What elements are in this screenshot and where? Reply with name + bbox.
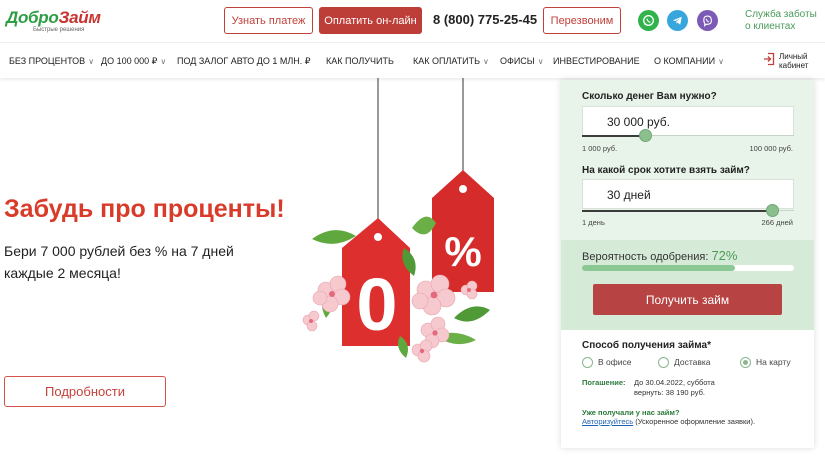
amount-slider-remainder: [645, 135, 794, 136]
logo-tagline: Быстрые решения: [33, 27, 85, 33]
term-value: 30 дней: [607, 188, 651, 202]
term-question: На какой срок хотите взять займ?: [582, 165, 750, 176]
term-slider-handle[interactable]: [765, 204, 779, 217]
personal-cabinet-link[interactable]: Личный кабинет: [763, 52, 808, 71]
repayment-details: До 30.04.2022, суббота вернуть: 38 190 р…: [634, 378, 715, 397]
get-loan-button[interactable]: Получить займ: [593, 284, 782, 315]
chevron-down-icon: ∨: [160, 57, 167, 66]
receive-method-title: Способ получения займа*: [582, 340, 711, 351]
nav-item-how-to-get[interactable]: КАК ПОЛУЧИТЬ: [326, 56, 394, 66]
nav-item-investment[interactable]: ИНВЕСТИРОВАНИЕ: [553, 56, 640, 66]
approval-section: Вероятность одобрения: 72% Получить займ: [561, 240, 814, 330]
term-min-label: 1 день: [582, 218, 605, 227]
auth-line: Авторизуйтесь (Ускоренное оформление зая…: [582, 417, 756, 426]
phone-number[interactable]: 8 (800) 775-25-45: [433, 12, 537, 27]
percent-price-tag: %: [432, 170, 494, 292]
term-slider-track[interactable]: [582, 210, 772, 212]
chevron-down-icon: ∨: [88, 57, 95, 66]
whatsapp-icon[interactable]: [638, 10, 659, 31]
nav-item-about[interactable]: О КОМПАНИИ ∨: [654, 56, 724, 66]
nav-item-offices[interactable]: ОФИСЫ ∨: [500, 56, 544, 66]
callback-button[interactable]: Перезвоним: [543, 7, 621, 34]
amount-min-label: 1 000 руб.: [582, 144, 618, 153]
amount-slider-track[interactable]: [582, 135, 646, 137]
amount-value: 30 000 руб.: [607, 115, 670, 129]
nav-item-up-to-100000[interactable]: ДО 100 000 ₽ ∨: [101, 56, 166, 67]
amount-question: Сколько денег Вам нужно?: [582, 91, 717, 102]
method-office-radio[interactable]: В офисе: [582, 355, 631, 369]
approval-value: 72%: [711, 248, 738, 263]
svg-text:0: 0: [356, 263, 397, 346]
term-max-label: 266 дней: [761, 218, 793, 227]
chevron-down-icon: ∨: [718, 57, 724, 66]
customer-care-link[interactable]: Служба заботы о клиентах: [745, 9, 817, 33]
svg-text:%: %: [444, 228, 481, 275]
telegram-icon[interactable]: [667, 10, 688, 31]
approval-progress-bar: [582, 265, 794, 271]
nav-item-car-collateral[interactable]: ПОД ЗАЛОГ АВТО ДО 1 МЛН. ₽: [177, 56, 311, 67]
nav-item-how-to-pay[interactable]: КАК ОПЛАТИТЬ ∨: [413, 56, 489, 66]
amount-field[interactable]: 30 000 руб.: [582, 106, 794, 136]
returning-customer-title: Уже получали у нас займ?: [582, 408, 680, 417]
viber-icon[interactable]: [697, 10, 718, 31]
hero-title: Забудь про проценты!: [4, 195, 285, 223]
approval-label: Вероятность одобрения: 72%: [582, 248, 738, 263]
radio-button-selected[interactable]: [740, 356, 751, 368]
personal-cabinet-label: Личный кабинет: [779, 52, 809, 70]
approval-progress-fill: [582, 265, 735, 271]
authorize-link[interactable]: Авторизуйтесь: [582, 417, 633, 426]
amount-max-label: 100 000 руб.: [749, 144, 794, 153]
nav-item-no-interest[interactable]: БЕЗ ПРОЦЕНТОВ ∨: [9, 56, 94, 66]
logo-wordmark: ДоброЗайм: [6, 8, 101, 27]
login-icon: [764, 52, 775, 66]
main-nav: БЕЗ ПРОЦЕНТОВ ∨ ДО 100 000 ₽ ∨ ПОД ЗАЛОГ А…: [0, 42, 825, 78]
radio-button[interactable]: [658, 356, 669, 368]
details-button[interactable]: Подробности: [4, 376, 166, 407]
repayment-label: Погашение:: [582, 378, 626, 387]
term-field[interactable]: 30 дней: [582, 179, 794, 209]
loan-calculator: Сколько денег Вам нужно? 30 000 руб. 1 0…: [561, 80, 814, 448]
chevron-down-icon: ∨: [537, 57, 544, 66]
chevron-down-icon: ∨: [483, 57, 489, 66]
hero-description: Бери 7 000 рублей без % на 7 дней каждые…: [4, 243, 234, 281]
amount-slider-handle[interactable]: [638, 129, 652, 142]
promo-illustration: % 0: [302, 78, 494, 363]
method-delivery-radio[interactable]: Доставка: [658, 355, 711, 369]
radio-button[interactable]: [582, 356, 593, 368]
page: ДоброЗайм Быстрые решения Узнать платеж …: [0, 0, 825, 464]
pay-online-button[interactable]: Оплатить он-лайн: [319, 7, 422, 34]
learn-payment-button[interactable]: Узнать платеж: [224, 7, 313, 34]
logo[interactable]: ДоброЗайм Быстрые решения: [6, 8, 116, 36]
header: ДоброЗайм Быстрые решения Узнать платеж …: [0, 0, 825, 42]
method-card-radio[interactable]: На карту: [740, 355, 791, 369]
